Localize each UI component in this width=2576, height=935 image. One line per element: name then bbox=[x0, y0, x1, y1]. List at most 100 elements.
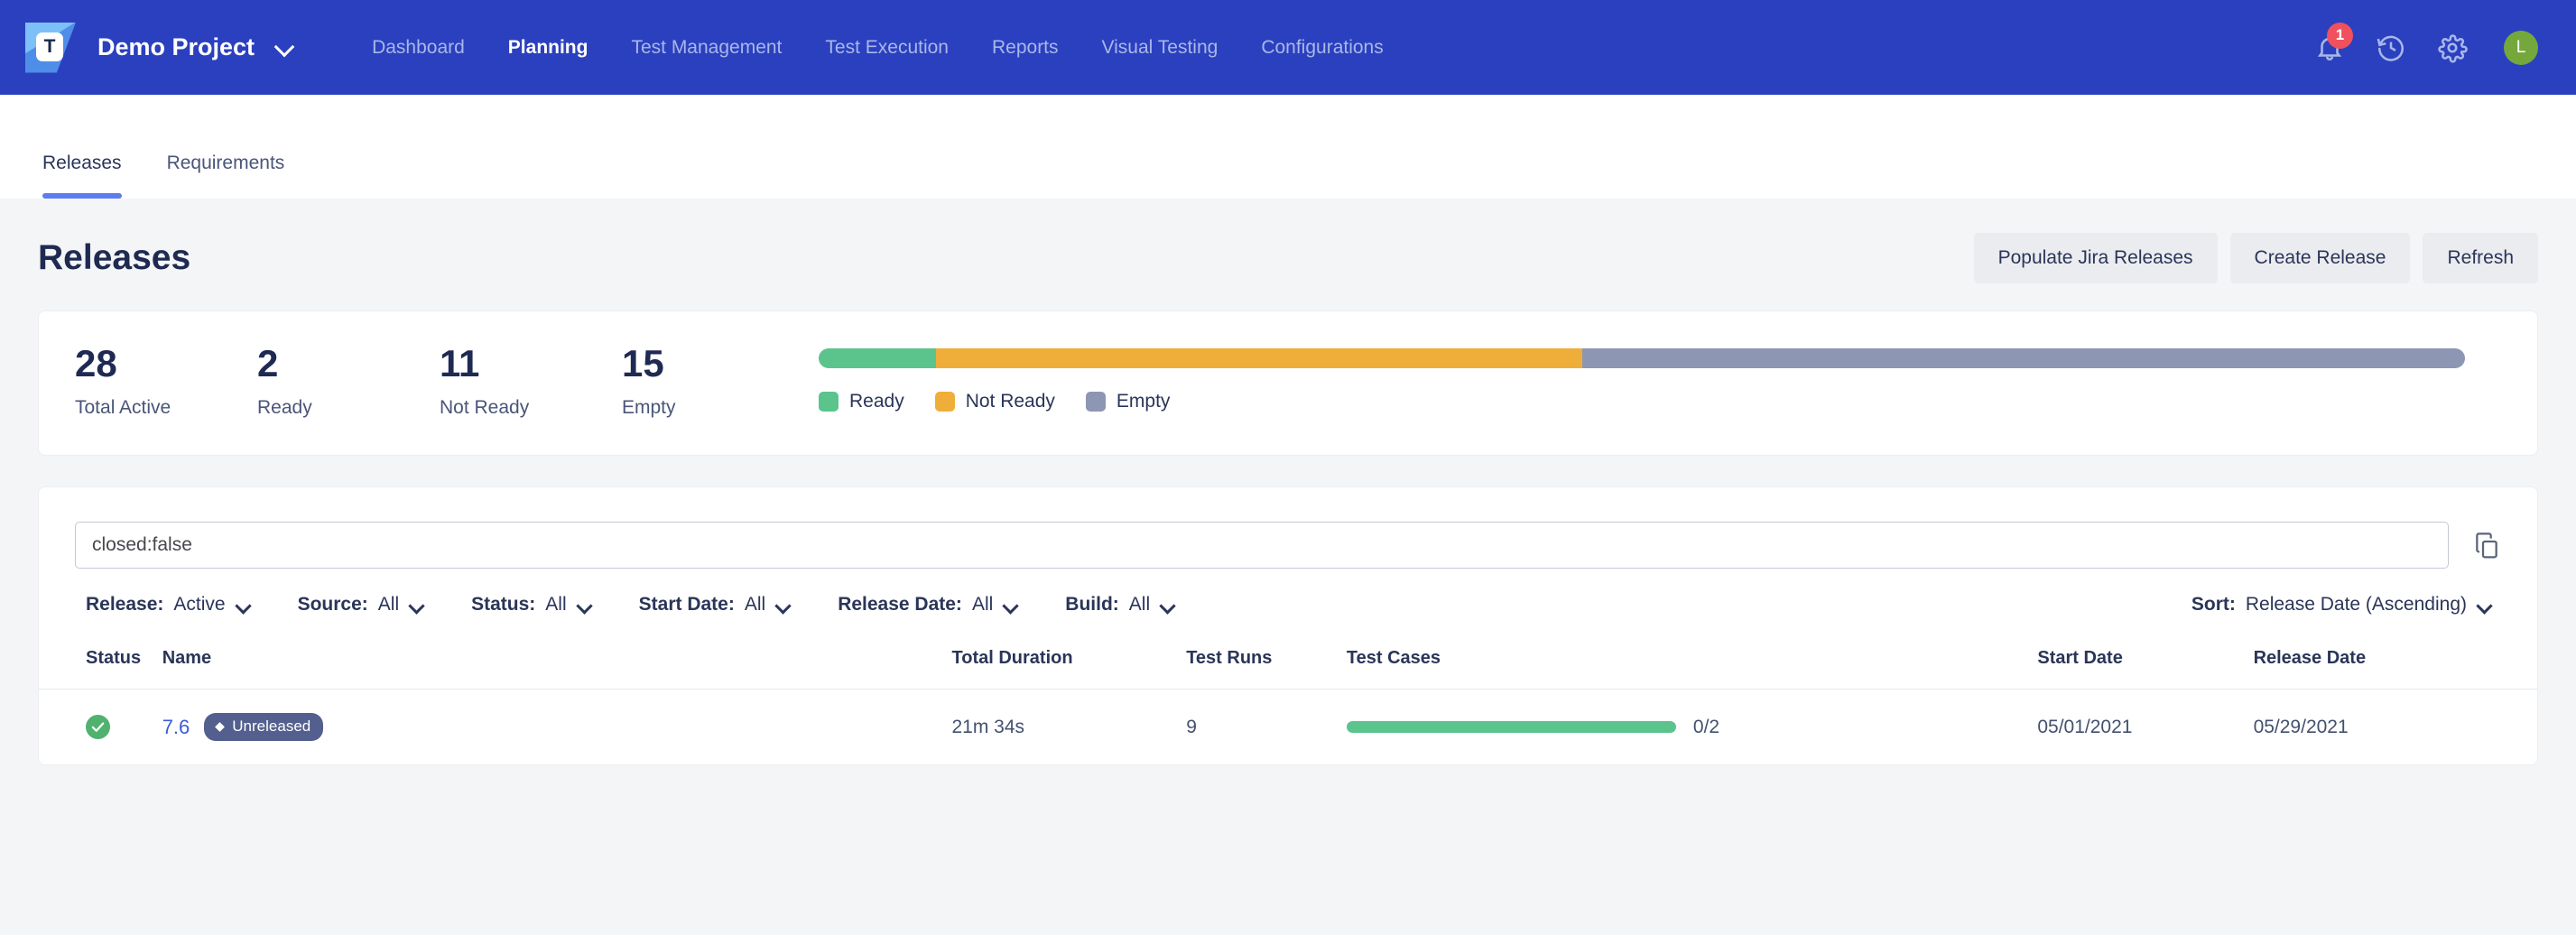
project-name: Demo Project bbox=[97, 33, 255, 61]
test-cases-progress-bar bbox=[1347, 721, 1676, 733]
copy-icon[interactable] bbox=[2472, 530, 2501, 560]
table-header-row: Status Name Total Duration Test Runs Tes… bbox=[39, 635, 2537, 690]
nav-item-test-management[interactable]: Test Management bbox=[609, 37, 803, 59]
filter-value: All bbox=[545, 594, 566, 616]
chevron-down-icon bbox=[2477, 600, 2492, 610]
stat-value: 15 bbox=[622, 342, 804, 384]
nav-item-visual-testing[interactable]: Visual Testing bbox=[1080, 37, 1240, 59]
search-input[interactable] bbox=[75, 522, 2449, 569]
notification-badge: 1 bbox=[2327, 23, 2353, 49]
filter-status[interactable]: Status: All bbox=[471, 594, 592, 616]
column-header-test-runs[interactable]: Test Runs bbox=[1186, 635, 1347, 690]
filter-source[interactable]: Source: All bbox=[298, 594, 425, 616]
legend-swatch bbox=[935, 392, 955, 412]
page-title: Releases bbox=[38, 238, 190, 278]
nav-item-dashboard[interactable]: Dashboard bbox=[350, 37, 486, 59]
nav-right-actions: 1 L bbox=[2314, 31, 2538, 65]
nav-item-test-execution[interactable]: Test Execution bbox=[803, 37, 970, 59]
nav-item-reports[interactable]: Reports bbox=[970, 37, 1080, 59]
history-icon[interactable] bbox=[2376, 32, 2406, 63]
legend-label: Empty bbox=[1117, 391, 1171, 412]
filter-value: All bbox=[378, 594, 399, 616]
page-header-actions: Populate Jira Releases Create Release Re… bbox=[1974, 233, 2538, 283]
cell-release-date: 05/29/2021 bbox=[2254, 690, 2537, 765]
stat-value: 2 bbox=[257, 342, 440, 384]
filter-value: Active bbox=[173, 594, 225, 616]
bell-icon[interactable]: 1 bbox=[2314, 32, 2345, 63]
bar-segment-empty bbox=[1582, 348, 2465, 368]
stat-ready: 2 Ready bbox=[257, 342, 440, 419]
sort-dropdown[interactable]: Sort: Release Date (Ascending) bbox=[2191, 594, 2492, 616]
chevron-down-icon bbox=[1003, 600, 1018, 610]
cell-total-duration: 21m 34s bbox=[952, 690, 1187, 765]
chevron-down-icon bbox=[577, 600, 592, 610]
chevron-down-icon[interactable] bbox=[274, 38, 294, 58]
table-row[interactable]: 7.6 Unreleased 21m 34s 9 bbox=[39, 690, 2537, 765]
populate-jira-releases-button[interactable]: Populate Jira Releases bbox=[1974, 233, 2218, 283]
tab-releases[interactable]: Releases bbox=[42, 153, 144, 199]
avatar[interactable]: L bbox=[2504, 31, 2538, 65]
filter-start-date[interactable]: Start Date: All bbox=[639, 594, 792, 616]
chevron-down-icon bbox=[775, 600, 791, 610]
tab-requirements[interactable]: Requirements bbox=[144, 153, 308, 199]
stacked-bar bbox=[819, 348, 2465, 368]
main-nav-links: Dashboard Planning Test Management Test … bbox=[350, 37, 1405, 59]
nav-item-configurations[interactable]: Configurations bbox=[1239, 37, 1404, 59]
legend-swatch bbox=[1086, 392, 1106, 412]
stat-not-ready: 11 Not Ready bbox=[440, 342, 622, 419]
stat-label: Not Ready bbox=[440, 397, 622, 419]
legend-item-not-ready: Not Ready bbox=[935, 391, 1055, 412]
column-header-release-date[interactable]: Release Date bbox=[2254, 635, 2537, 690]
filter-release[interactable]: Release: Active bbox=[86, 594, 251, 616]
column-header-status[interactable]: Status bbox=[39, 635, 162, 690]
release-name-link[interactable]: 7.6 bbox=[162, 716, 190, 739]
create-release-button[interactable]: Create Release bbox=[2230, 233, 2411, 283]
column-header-total-duration[interactable]: Total Duration bbox=[952, 635, 1187, 690]
filter-release-date[interactable]: Release Date: All bbox=[838, 594, 1018, 616]
nav-item-planning[interactable]: Planning bbox=[486, 37, 610, 59]
legend-swatch bbox=[819, 392, 839, 412]
chevron-down-icon bbox=[1160, 600, 1175, 610]
filter-value: All bbox=[972, 594, 993, 616]
chevron-down-icon bbox=[409, 600, 424, 610]
filter-build[interactable]: Build: All bbox=[1065, 594, 1175, 616]
readiness-chart: Ready Not Ready Empty bbox=[819, 348, 2465, 412]
stat-label: Ready bbox=[257, 397, 440, 419]
stat-value: 28 bbox=[75, 342, 257, 384]
filter-label: Source: bbox=[298, 594, 368, 616]
sub-tab-bar: Releases Requirements bbox=[0, 95, 2576, 199]
logo-letter: T bbox=[36, 32, 63, 61]
filter-label: Start Date: bbox=[639, 594, 735, 616]
filter-value: All bbox=[745, 594, 765, 616]
column-header-test-cases[interactable]: Test Cases bbox=[1347, 635, 2037, 690]
filter-label: Release: bbox=[86, 594, 163, 616]
column-header-name[interactable]: Name bbox=[162, 635, 952, 690]
bar-segment-ready bbox=[819, 348, 936, 368]
releases-list-card: Release: Active Source: All Status: All … bbox=[38, 486, 2538, 765]
stat-label: Empty bbox=[622, 397, 804, 419]
cell-test-runs: 9 bbox=[1186, 690, 1347, 765]
stat-label: Total Active bbox=[75, 397, 257, 419]
legend-label: Not Ready bbox=[966, 391, 1055, 412]
gear-icon[interactable] bbox=[2437, 32, 2468, 63]
app-logo[interactable]: T bbox=[25, 23, 76, 73]
legend-label: Ready bbox=[849, 391, 904, 412]
stat-total-active: 28 Total Active bbox=[75, 342, 257, 419]
filter-label: Build: bbox=[1065, 594, 1118, 616]
column-header-start-date[interactable]: Start Date bbox=[2037, 635, 2253, 690]
cell-test-cases: 0/2 bbox=[1347, 690, 2037, 765]
release-summary-card: 28 Total Active 2 Ready 11 Not Ready 15 … bbox=[38, 310, 2538, 456]
check-circle-icon bbox=[86, 715, 110, 739]
chevron-down-icon bbox=[236, 600, 251, 610]
cell-status bbox=[39, 690, 162, 765]
sort-label: Sort: bbox=[2191, 594, 2236, 616]
cell-start-date: 05/01/2021 bbox=[2037, 690, 2253, 765]
cell-name: 7.6 Unreleased bbox=[162, 690, 952, 765]
filter-label: Status: bbox=[471, 594, 535, 616]
search-row bbox=[39, 487, 2537, 569]
legend-item-ready: Ready bbox=[819, 391, 904, 412]
stat-value: 11 bbox=[440, 342, 622, 384]
refresh-button[interactable]: Refresh bbox=[2423, 233, 2538, 283]
filters-row: Release: Active Source: All Status: All … bbox=[39, 569, 2537, 635]
top-navigation-bar: T Demo Project Dashboard Planning Test M… bbox=[0, 0, 2576, 95]
